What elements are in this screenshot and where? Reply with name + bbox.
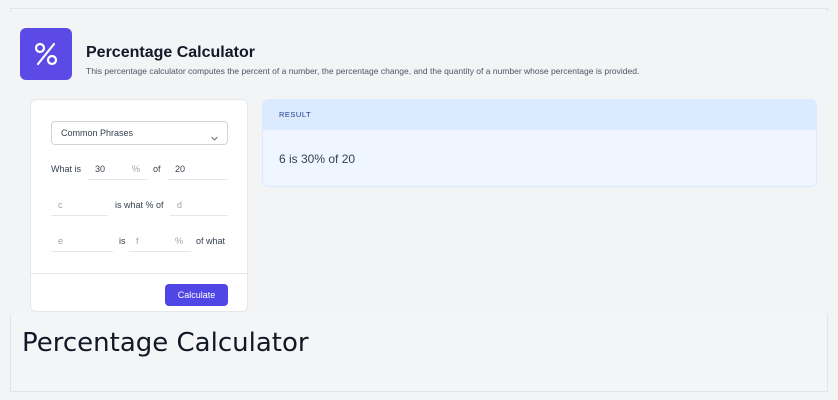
input-f[interactable]: f % [129, 230, 191, 252]
is-what-percent-of-label: is what % of [115, 200, 164, 210]
input-c-placeholder: c [58, 200, 63, 210]
input-f-placeholder: f [136, 236, 139, 246]
percent-input[interactable]: 30 % [88, 158, 148, 180]
input-e-placeholder: e [58, 236, 64, 246]
base-number-value: 20 [175, 164, 186, 174]
percent-unit: % [174, 236, 183, 246]
input-d-placeholder: d [177, 200, 183, 210]
page-title: Percentage Calculator [86, 44, 255, 61]
result-panel: RESULT 6 is 30% of 20 [262, 99, 817, 187]
is-label: is [119, 236, 126, 246]
percent-input-value: 30 [95, 164, 106, 174]
mode-select-value: Common Phrases [61, 128, 134, 138]
base-number-input[interactable]: 20 [168, 158, 228, 180]
page-caption: Percentage Calculator [22, 328, 309, 358]
input-d[interactable]: d [170, 194, 228, 216]
input-e[interactable]: e [51, 230, 113, 252]
result-text: 6 is 30% of 20 [279, 152, 356, 166]
page-description: This percentage calculator computes the … [86, 66, 640, 76]
of-label: of [153, 164, 161, 174]
result-heading: RESULT [263, 100, 816, 130]
what-is-label: What is [51, 164, 82, 174]
input-c[interactable]: c [51, 194, 108, 216]
chevron-down-icon [210, 129, 219, 151]
percent-icon [20, 28, 72, 80]
calculate-button[interactable]: Calculate [165, 284, 228, 306]
of-what-label: of what [196, 236, 226, 246]
card-divider [31, 273, 247, 274]
mode-select[interactable]: Common Phrases [51, 121, 228, 145]
calculator-form-card: Common Phrases What is 30 % of 20 c is w… [30, 99, 248, 312]
percent-unit: % [131, 164, 140, 174]
